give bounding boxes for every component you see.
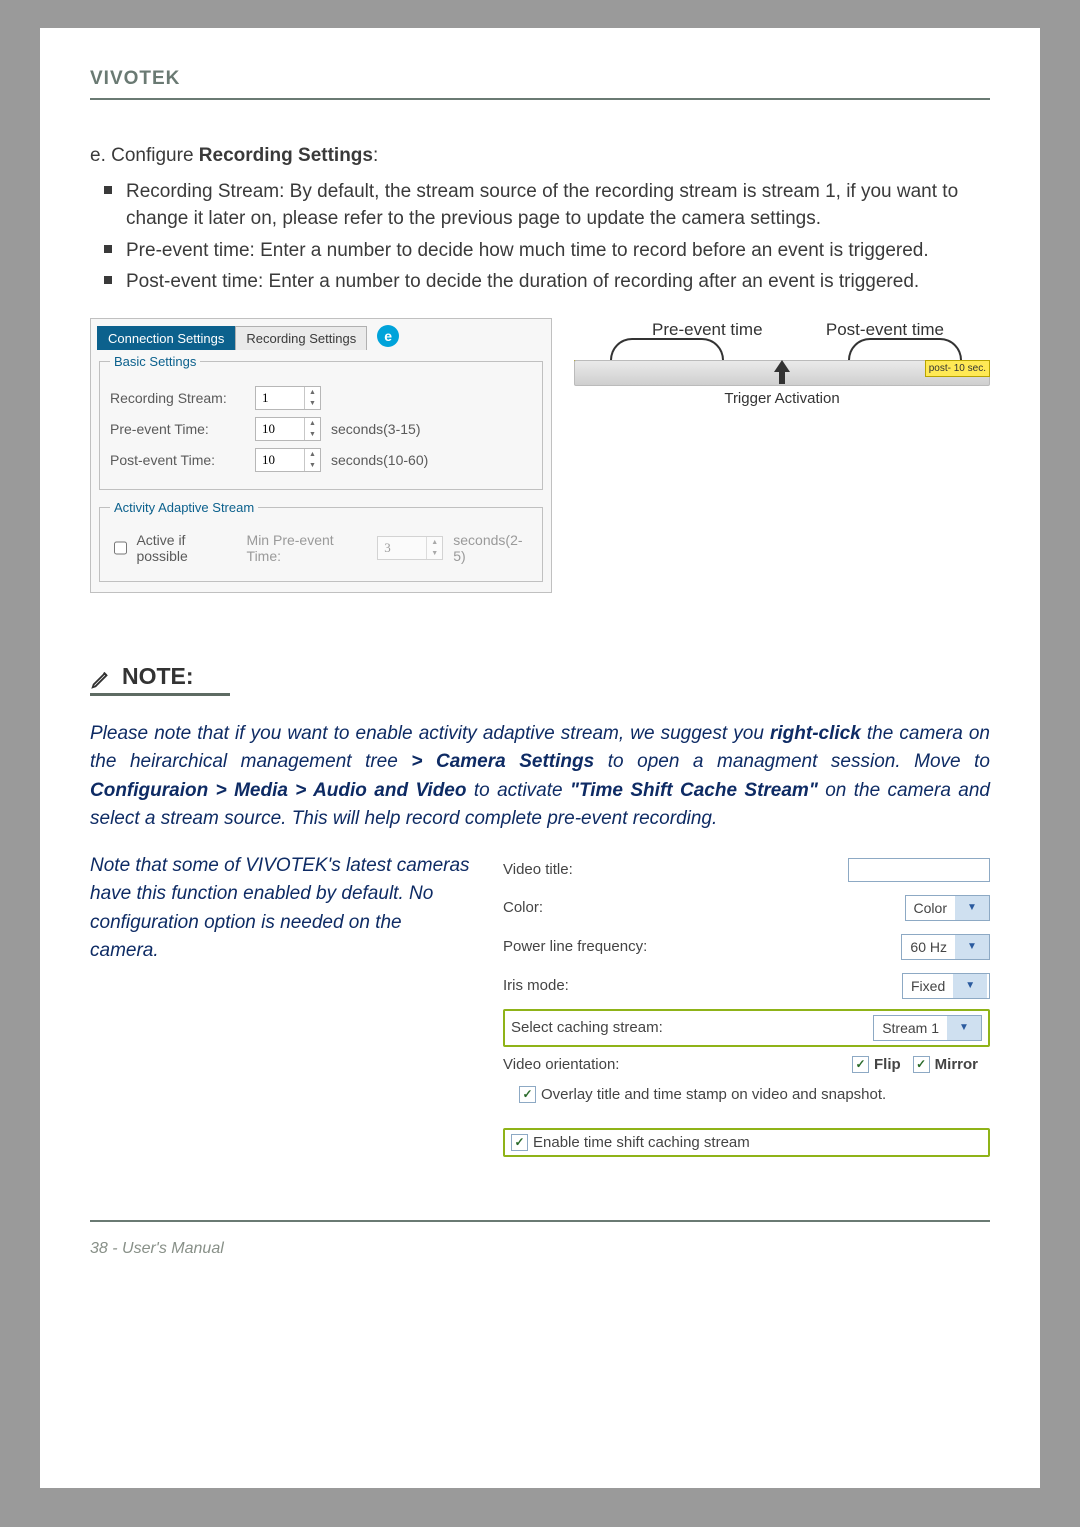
- orientation-label: Video orientation:: [503, 1056, 852, 1073]
- chevron-down-icon[interactable]: ▼: [953, 974, 987, 998]
- color-select[interactable]: Color▼: [905, 895, 990, 921]
- pre-event-label: Pre-event Time:: [110, 421, 245, 437]
- flip-label: Flip: [874, 1056, 901, 1073]
- note-title: NOTE:: [122, 663, 194, 690]
- post-event-label: Post-event Time:: [110, 452, 245, 468]
- caching-stream-label: Select caching stream:: [511, 1019, 873, 1036]
- chevron-down-icon[interactable]: ▼: [305, 460, 320, 471]
- post-event-hint: seconds(10-60): [331, 452, 428, 468]
- enable-cache-label: Enable time shift caching stream: [533, 1134, 750, 1151]
- color-label: Color:: [503, 899, 905, 916]
- chevron-up-icon[interactable]: ▲: [305, 449, 320, 460]
- pencil-icon: [90, 668, 112, 690]
- bullet-item: Pre-event time: Enter a number to decide…: [126, 237, 990, 265]
- note-header: NOTE:: [90, 663, 230, 696]
- iris-label: Iris mode:: [503, 977, 902, 994]
- recording-stream-stepper[interactable]: ▲▼: [255, 386, 321, 410]
- recording-settings-panel: Connection Settings Recording Settings e…: [90, 318, 552, 593]
- plf-select[interactable]: 60 Hz▼: [901, 934, 990, 960]
- pre-event-stepper[interactable]: ▲▼: [255, 417, 321, 441]
- flip-checkbox[interactable]: ✓: [852, 1056, 869, 1073]
- min-pre-event-label: Min Pre-event Time:: [247, 532, 368, 564]
- trigger-arrow-icon: [774, 360, 790, 384]
- caching-stream-select[interactable]: Stream 1▼: [873, 1015, 982, 1041]
- pre-event-time-label: Pre-event time: [652, 320, 763, 340]
- brand: VIVOTEK: [90, 68, 990, 90]
- camera-settings-table: Video title: Color:Color▼ Power line fre…: [503, 852, 990, 1160]
- section-heading: e. Configure Recording Settings:: [90, 142, 990, 170]
- video-title-input[interactable]: [848, 858, 990, 882]
- header-rule: [90, 98, 990, 100]
- post-event-stepper[interactable]: ▲▼: [255, 448, 321, 472]
- chevron-down-icon[interactable]: ▼: [305, 429, 320, 440]
- adaptive-stream-group: Activity Adaptive Stream Active if possi…: [99, 500, 543, 582]
- bullet-item: Post-event time: Enter a number to decid…: [126, 268, 990, 296]
- chevron-up-icon[interactable]: ▲: [305, 418, 320, 429]
- overlay-checkbox[interactable]: ✓: [519, 1086, 536, 1103]
- timeline-diagram: Pre-event time Post-event time pre- 10 s…: [574, 318, 990, 438]
- post-event-time-label: Post-event time: [826, 320, 944, 340]
- tab-connection-settings[interactable]: Connection Settings: [97, 326, 235, 350]
- footer-rule: [90, 1220, 990, 1222]
- pre-event-hint: seconds(3-15): [331, 421, 421, 437]
- chevron-down-icon[interactable]: ▼: [955, 935, 989, 959]
- bullet-item: Recording Stream: By default, the stream…: [126, 178, 990, 233]
- chevron-down-icon[interactable]: ▼: [947, 1016, 981, 1040]
- adaptive-legend: Activity Adaptive Stream: [110, 500, 258, 515]
- min-pre-event-stepper: ▲▼: [377, 536, 443, 560]
- plf-label: Power line frequency:: [503, 938, 901, 955]
- note-paragraph-2: Note that some of VIVOTEK's latest camer…: [90, 852, 475, 966]
- tab-recording-settings[interactable]: Recording Settings: [235, 326, 367, 350]
- mirror-checkbox[interactable]: ✓: [913, 1056, 930, 1073]
- basic-legend: Basic Settings: [110, 354, 200, 369]
- overlay-label: Overlay title and time stamp on video an…: [541, 1086, 886, 1103]
- active-if-possible-checkbox[interactable]: [114, 541, 127, 555]
- video-title-label: Video title:: [503, 861, 848, 878]
- iris-select[interactable]: Fixed▼: [902, 973, 990, 999]
- enable-cache-checkbox[interactable]: ✓: [511, 1134, 528, 1151]
- mirror-label: Mirror: [935, 1056, 978, 1073]
- post-tag: post- 10 sec.: [925, 360, 990, 377]
- bullet-list: Recording Stream: By default, the stream…: [90, 178, 990, 296]
- chevron-down-icon[interactable]: ▼: [305, 398, 320, 409]
- basic-settings-group: Basic Settings Recording Stream: ▲▼ Pre-…: [99, 354, 543, 490]
- page-footer: 38 - User's Manual: [90, 1240, 990, 1258]
- globe-icon[interactable]: e: [377, 325, 399, 347]
- note-paragraph-1: Please note that if you want to enable a…: [90, 720, 990, 834]
- active-if-possible-label: Active if possible: [136, 532, 236, 564]
- min-pre-event-hint: seconds(2-5): [453, 532, 532, 564]
- chevron-up-icon[interactable]: ▲: [305, 387, 320, 398]
- chevron-down-icon[interactable]: ▼: [955, 896, 989, 920]
- recording-stream-label: Recording Stream:: [110, 390, 245, 406]
- trigger-activation-label: Trigger Activation: [724, 390, 839, 407]
